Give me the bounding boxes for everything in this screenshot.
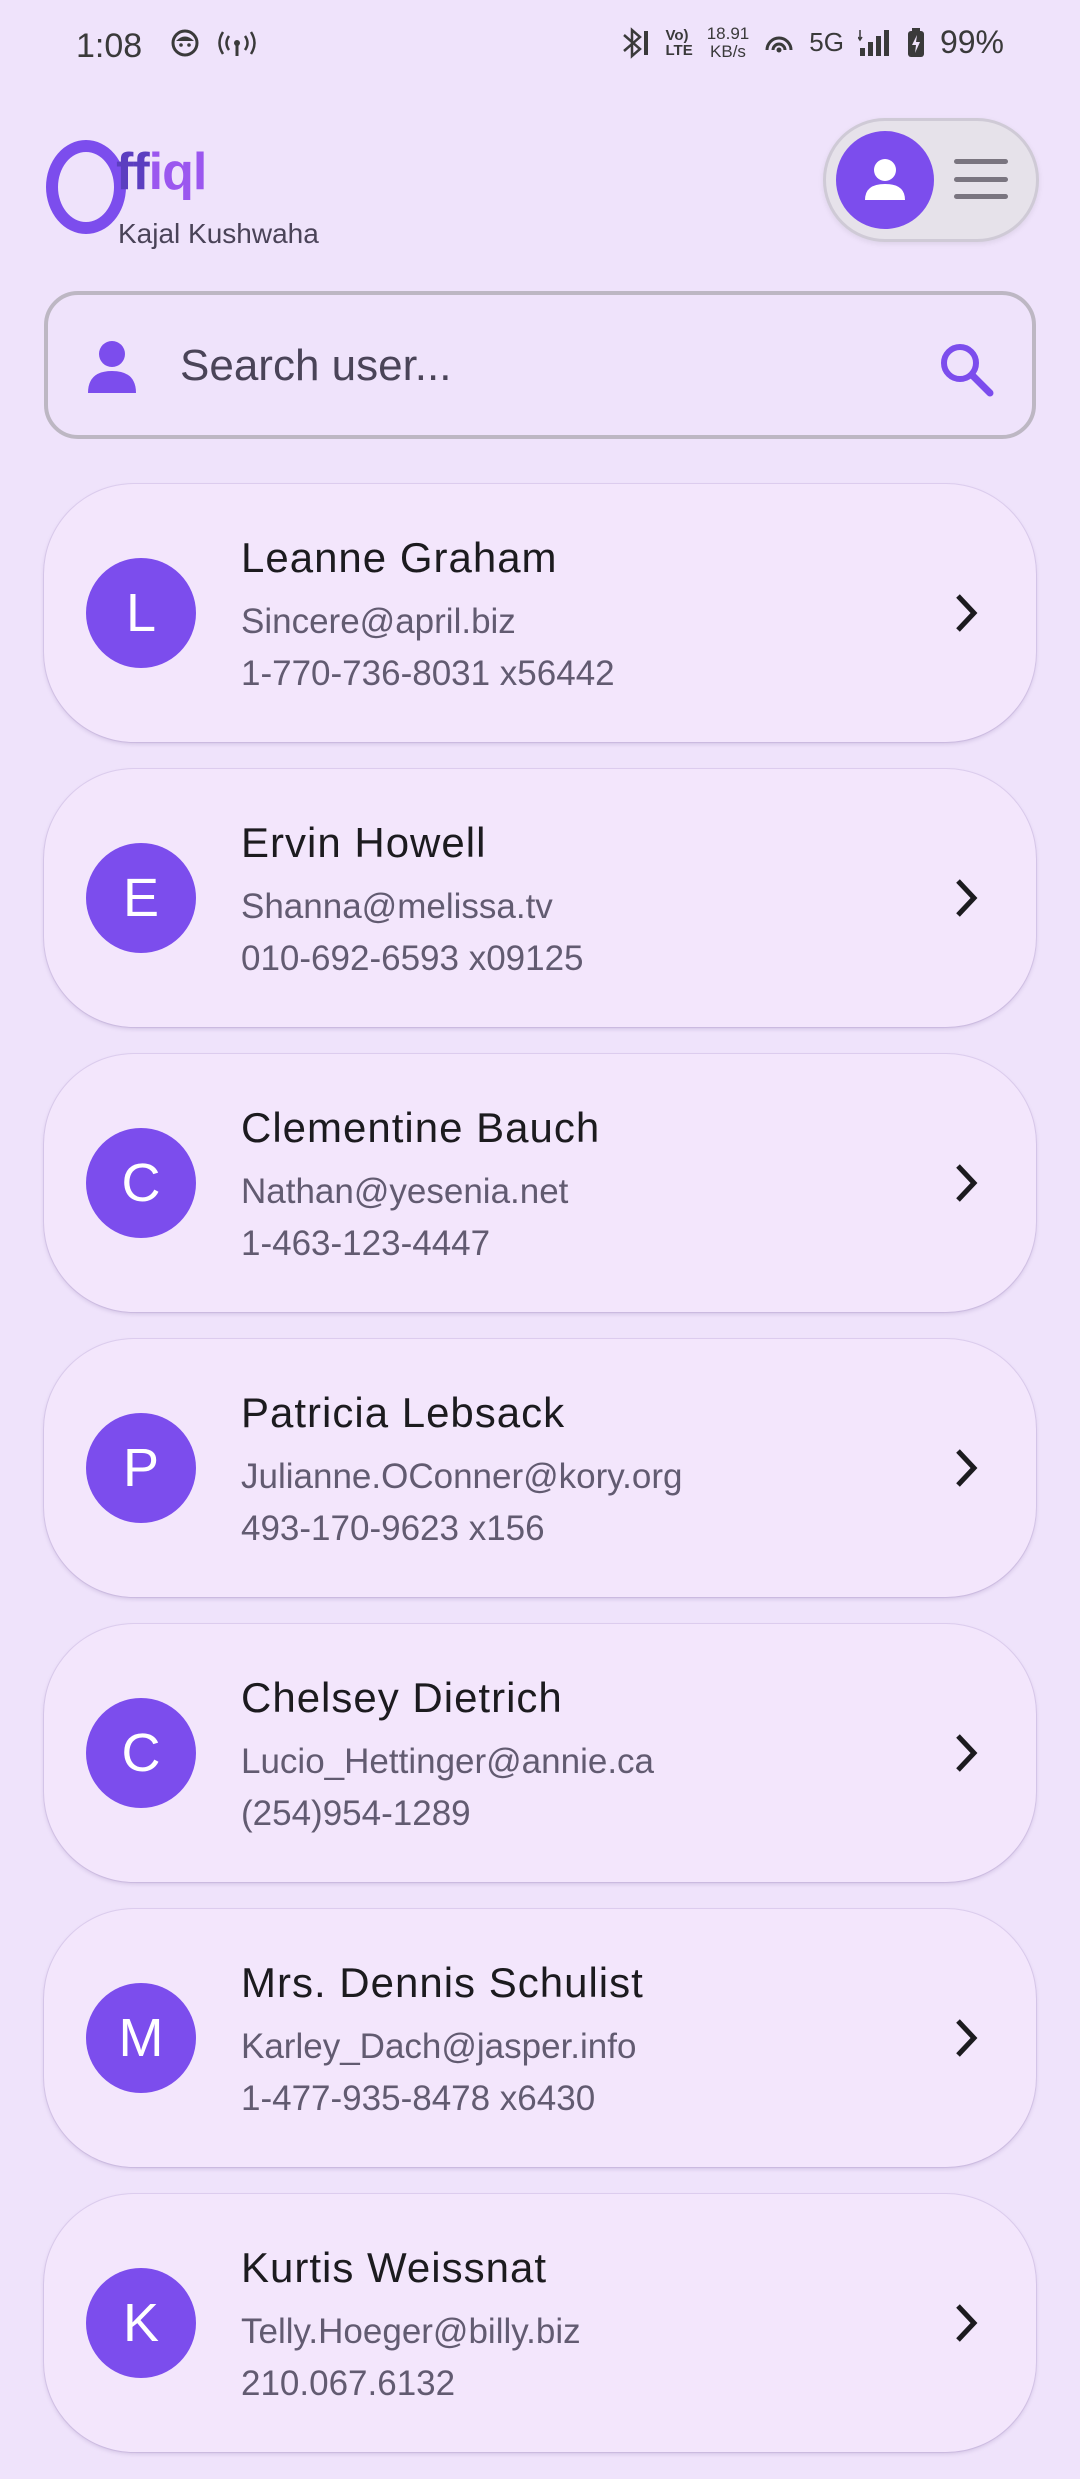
chevron-right-icon[interactable]: [946, 873, 986, 923]
chevron-right-icon[interactable]: [946, 1158, 986, 1208]
network-type: 5G: [809, 27, 844, 57]
user-phone: 1-477-935-8478 x6430: [241, 2079, 596, 2118]
user-card[interactable]: C Clementine Bauch Nathan@yesenia.net 1-…: [44, 1054, 1036, 1312]
chevron-right-icon[interactable]: [946, 1728, 986, 1778]
search-icon[interactable]: [936, 339, 996, 399]
user-card[interactable]: C Chelsey Dietrich Lucio_Hettinger@annie…: [44, 1624, 1036, 1882]
user-email: Shanna@melissa.tv: [241, 887, 553, 926]
user-avatar: P: [86, 1413, 196, 1523]
chevron-right-icon[interactable]: [946, 1443, 986, 1493]
user-name: Leanne Graham: [241, 534, 558, 581]
user-name: Mrs. Dennis Schulist: [241, 1959, 644, 2006]
user-name: Ervin Howell: [241, 819, 487, 866]
battery-charging-icon: [907, 27, 924, 57]
search-bar[interactable]: [44, 291, 1036, 439]
chevron-right-icon[interactable]: [946, 588, 986, 638]
user-phone: 493-170-9623 x156: [241, 1509, 545, 1548]
person-icon: [865, 159, 905, 200]
logo-iql: iql: [148, 143, 208, 201]
net-speed-value: 18.91: [706, 23, 750, 43]
user-email: Julianne.OConner@kory.org: [241, 1457, 683, 1496]
user-phone: 1-463-123-4447: [241, 1224, 491, 1263]
user-name: Patricia Lebsack: [241, 1389, 566, 1436]
user-email: Nathan@yesenia.net: [241, 1172, 569, 1211]
user-card[interactable]: K Kurtis Weissnat Telly.Hoeger@billy.biz…: [44, 2194, 1036, 2452]
app-header: ffiql Kajal Kushwaha: [0, 110, 1080, 260]
profile-avatar[interactable]: [836, 131, 934, 229]
user-avatar: C: [86, 1698, 196, 1808]
hamburger-menu-icon[interactable]: [954, 159, 1008, 199]
profile-menu-button[interactable]: [823, 118, 1039, 242]
volte-top: Vo): [665, 26, 689, 44]
signal-icon: [857, 29, 889, 56]
logo-text: ffiql: [116, 142, 208, 202]
status-right-icons: Vo) LTE 18.91 KB/s 5G 99%: [618, 23, 1004, 61]
user-phone: 1-770-736-8031 x56442: [241, 654, 615, 693]
user-phone: 210.067.6132: [241, 2364, 456, 2403]
user-avatar: C: [86, 1128, 196, 1238]
face-icon: [171, 29, 199, 57]
user-card[interactable]: M Mrs. Dennis Schulist Karley_Dach@jaspe…: [44, 1909, 1036, 2167]
user-email: Lucio_Hettinger@annie.ca: [241, 1742, 655, 1781]
volte-indicator: Vo) LTE: [666, 28, 693, 58]
battery-percentage: 99%: [939, 24, 1004, 60]
logged-in-user-name: Kajal Kushwaha: [118, 218, 319, 249]
network-speed: 18.91 KB/s: [706, 23, 750, 61]
user-card[interactable]: P Patricia Lebsack Julianne.OConner@kory…: [44, 1339, 1036, 1597]
search-input[interactable]: [178, 325, 942, 407]
status-left-icons: [170, 28, 256, 58]
user-phone: 010-692-6593 x09125: [241, 939, 584, 978]
user-card[interactable]: L Leanne Graham Sincere@april.biz 1-770-…: [44, 484, 1036, 742]
app-logo: ffiql Kajal Kushwaha: [46, 130, 366, 249]
user-list: L Leanne Graham Sincere@april.biz 1-770-…: [44, 484, 1036, 2479]
net-speed-unit: KB/s: [710, 41, 746, 61]
status-time: 1:08: [76, 27, 143, 65]
user-avatar: E: [86, 843, 196, 953]
user-email: Karley_Dach@jasper.info: [241, 2027, 637, 2066]
user-email: Sincere@april.biz: [241, 602, 516, 641]
hotspot-icon: [218, 31, 256, 56]
volte-bottom: LTE: [665, 41, 693, 59]
user-avatar: M: [86, 1983, 196, 2093]
user-avatar: L: [86, 558, 196, 668]
user-email: Telly.Hoeger@billy.biz: [241, 2312, 581, 2351]
wifi-calling-icon: [765, 36, 793, 52]
logo-o-mark: [46, 140, 126, 234]
chevron-right-icon[interactable]: [946, 2013, 986, 2063]
user-card[interactable]: E Ervin Howell Shanna@melissa.tv 010-692…: [44, 769, 1036, 1027]
user-icon: [88, 341, 136, 393]
user-name: Clementine Bauch: [241, 1104, 601, 1151]
bluetooth-icon: [622, 26, 648, 59]
user-avatar: K: [86, 2268, 196, 2378]
user-name: Kurtis Weissnat: [241, 2244, 547, 2291]
logo-ff: ff: [116, 143, 150, 201]
user-name: Chelsey Dietrich: [241, 1674, 563, 1721]
status-bar: 1:08 Vo) LTE 18.91 KB/s 5G 99%: [0, 0, 1080, 92]
user-phone: (254)954-1289: [241, 1794, 471, 1833]
chevron-right-icon[interactable]: [946, 2298, 986, 2348]
